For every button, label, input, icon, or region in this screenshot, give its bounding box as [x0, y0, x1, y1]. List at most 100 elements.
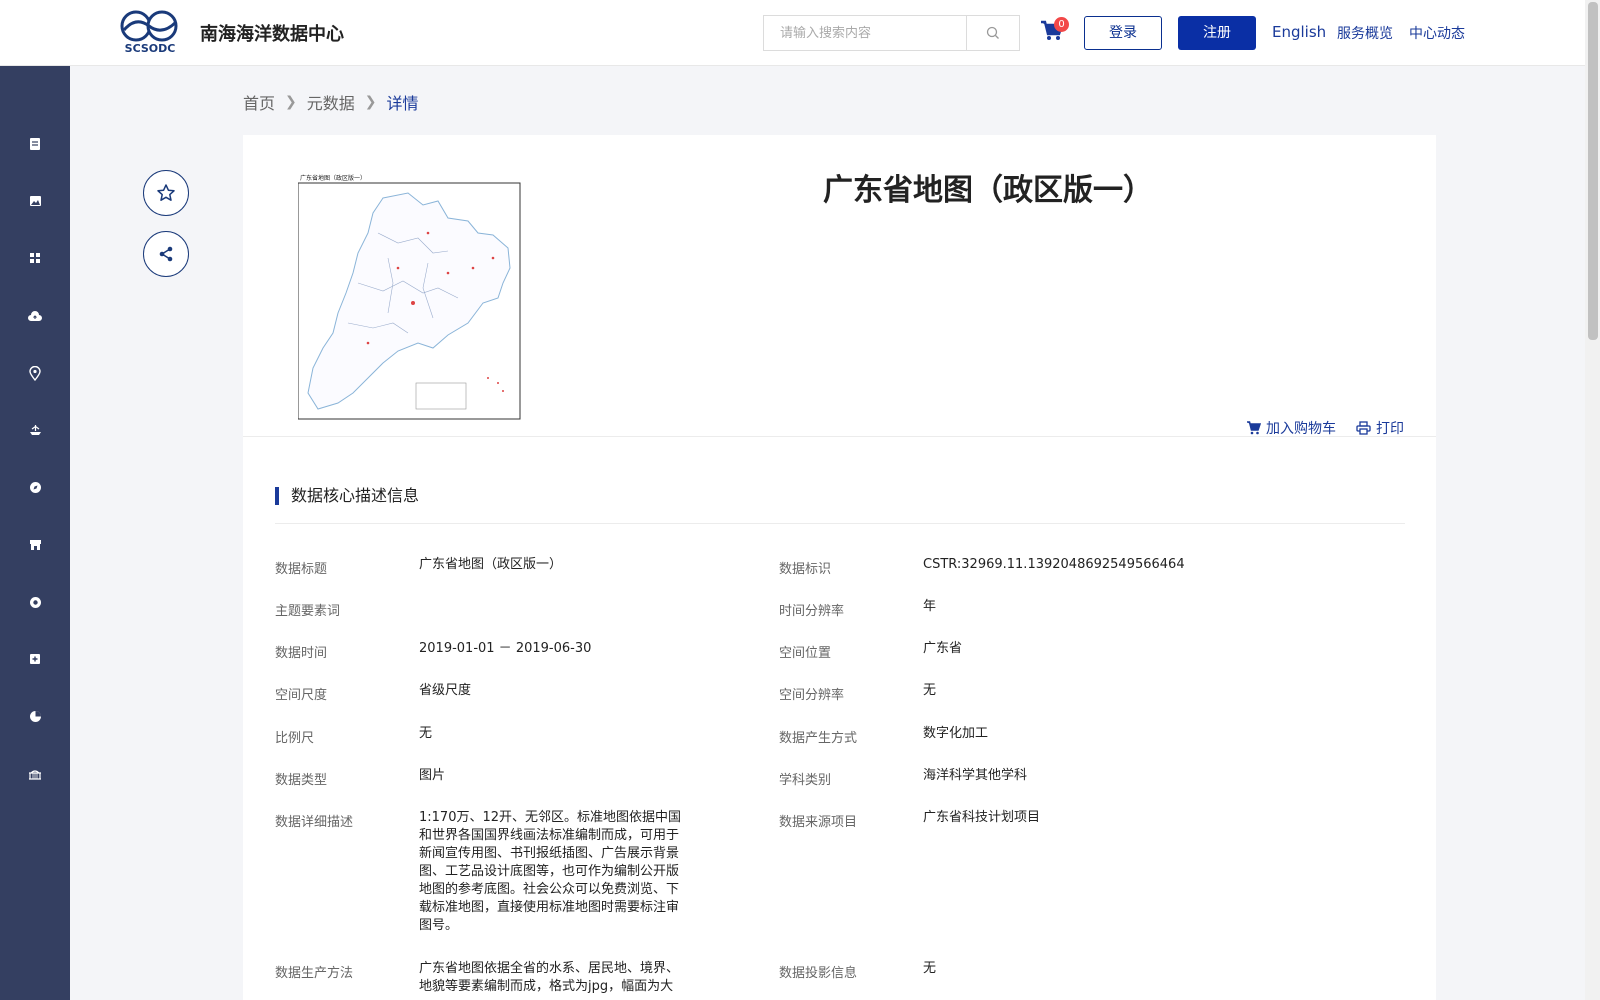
sidebar-item-bridge[interactable]: [20, 759, 50, 789]
description-line: 1:170万、12开、无邻区。标准地图依据中国: [419, 810, 682, 825]
description-line: 图、工艺品设计底图等，也可作为编制公开版: [419, 864, 680, 879]
cart-count-badge: 0: [1054, 17, 1069, 32]
detail-actions: 加入购物车 打印: [1246, 418, 1404, 438]
star-icon: [157, 184, 175, 201]
description-line: 图号。: [419, 918, 459, 933]
field-value-subject: 海洋科学其他学科: [923, 768, 1028, 783]
location-pin-icon: [29, 365, 41, 381]
cart-icon: [1247, 421, 1261, 435]
data-title: 广东省地图（政区版一）: [823, 173, 1153, 208]
field-value-production-method: 广东省地图依据全省的水系、居民地、境界、 地貌等要素编制而成，格式为jpg，幅面…: [419, 960, 679, 996]
sidebar-item-store[interactable]: [20, 530, 50, 560]
field-value-time-resolution: 年: [923, 599, 937, 614]
field-label-production-method: 数据生产方法: [275, 966, 354, 981]
image-icon: [29, 196, 41, 206]
search-box: [763, 15, 1020, 51]
field-value-spatial-scale: 省级尺度: [419, 683, 472, 698]
nav-center-news[interactable]: 中心动态: [1409, 23, 1465, 43]
map-thumbnail[interactable]: 广东省地图（政区版一）: [297, 173, 524, 427]
section-title: 数据核心描述信息: [275, 487, 419, 505]
field-label-time-resolution: 时间分辨率: [779, 604, 845, 619]
scrollbar-thumb[interactable]: [1588, 2, 1598, 340]
document-icon: [30, 138, 40, 150]
field-label-spatial-location: 空间位置: [779, 646, 832, 661]
field-label-spatial-scale: 空间尺度: [275, 688, 328, 703]
add-to-cart-button[interactable]: 加入购物车: [1246, 418, 1336, 438]
sidebar-item-ship[interactable]: [20, 415, 50, 445]
field-label-data-id: 数据标识: [779, 562, 832, 577]
method-line: 地貌等要素编制而成，格式为jpg，幅面为大: [419, 979, 674, 994]
grid-icon: [30, 253, 40, 263]
site-title[interactable]: 南海海洋数据中心: [200, 20, 344, 46]
description-line: 和世界各国国界线画法标准编制而成，可用于: [419, 828, 680, 843]
breadcrumb-home[interactable]: 首页: [243, 90, 275, 114]
cart-button[interactable]: 0: [1040, 17, 1069, 44]
field-label-keywords: 主题要素词: [275, 604, 341, 619]
field-label-production-mode: 数据产生方式: [779, 731, 858, 746]
left-sidebar: [0, 66, 70, 1000]
field-value-map-scale: 无: [419, 726, 433, 741]
sidebar-item-compass[interactable]: [20, 472, 50, 502]
field-value-production-mode: 数字化加工: [923, 726, 989, 741]
sidebar-item-statistics[interactable]: [20, 701, 50, 731]
field-value-data-id: CSTR:32969.11.1392048692549566464: [923, 557, 1185, 572]
search-input[interactable]: [764, 16, 966, 50]
sidebar-item-globe[interactable]: [20, 587, 50, 617]
field-value-data-title: 广东省地图（政区版一）: [419, 557, 563, 572]
compass-icon: [29, 481, 41, 493]
field-label-subject: 学科类别: [779, 773, 832, 788]
breadcrumb-current: 详情: [386, 94, 419, 113]
card-divider: [243, 436, 1436, 437]
search-button[interactable]: [966, 16, 1019, 50]
field-value-data-time: 2019-01-01 － 2019-06-30: [419, 641, 592, 656]
print-button[interactable]: 打印: [1356, 418, 1404, 438]
share-button[interactable]: [143, 231, 189, 277]
svg-text:SCSODC: SCSODC: [125, 42, 176, 54]
field-value-spatial-resolution: 无: [923, 683, 937, 698]
top-header: SCSODC 南海海洋数据中心 0 登录 注册 English 服务概览 中心动…: [0, 0, 1585, 66]
chevron-right-icon: ❯: [285, 94, 297, 110]
field-label-data-time: 数据时间: [275, 646, 328, 661]
pie-chart-icon: [29, 710, 41, 722]
detail-card: 广东省地图（政区版一） 广东省地图（政区版一） 加入购物车 打印 数据核心描述信…: [243, 135, 1436, 1000]
sidebar-item-documents[interactable]: [20, 129, 50, 159]
svg-text:广东省地图（政区版一）: 广东省地图（政区版一）: [300, 174, 366, 182]
method-line: 广东省地图依据全省的水系、居民地、境界、: [419, 961, 680, 976]
login-button[interactable]: 登录: [1084, 16, 1162, 50]
print-label: 打印: [1376, 421, 1404, 437]
field-label-spatial-resolution: 空间分辨率: [779, 688, 845, 703]
breadcrumb-metadata[interactable]: 元数据: [307, 90, 355, 114]
sidebar-item-add[interactable]: [20, 644, 50, 674]
cloud-upload-icon: [28, 310, 42, 321]
field-label-map-scale: 比例尺: [275, 731, 315, 746]
chevron-right-icon: ❯: [364, 94, 377, 110]
field-label-data-type: 数据类型: [275, 773, 328, 788]
page-scrollbar[interactable]: [1585, 0, 1600, 1000]
register-button[interactable]: 注册: [1178, 16, 1256, 50]
add-to-cart-label: 加入购物车: [1266, 421, 1336, 437]
description-line: 载标准地图，直接使用标准地图时需要标注审: [419, 900, 680, 915]
sidebar-item-upload[interactable]: [20, 301, 50, 331]
add-box-icon: [30, 654, 40, 664]
field-label-description: 数据详细描述: [275, 815, 354, 830]
store-icon: [29, 540, 41, 550]
description-line: 新闻宣传用图、书刊报纸插图、广告展示背景: [419, 846, 680, 861]
printer-icon: [1356, 421, 1371, 435]
bridge-icon: [29, 769, 41, 780]
favorite-button[interactable]: [143, 170, 189, 216]
field-value-description: 1:170万、12开、无邻区。标准地图依据中国 和世界各国国界线画法标准编制而成…: [419, 809, 681, 935]
field-value-projection: 无: [923, 961, 937, 976]
field-label-source-project: 数据来源项目: [779, 815, 858, 830]
nav-service-overview[interactable]: 服务概览: [1337, 23, 1393, 43]
sidebar-item-location[interactable]: [20, 358, 50, 388]
field-label-data-title: 数据标题: [275, 562, 328, 577]
field-value-source-project: 广东省科技计划项目: [923, 810, 1041, 825]
site-logo[interactable]: SCSODC: [120, 8, 180, 55]
ship-icon: [29, 425, 41, 435]
field-value-spatial-location: 广东省: [923, 641, 963, 656]
sidebar-item-images[interactable]: [20, 186, 50, 216]
sidebar-item-grid[interactable]: [20, 243, 50, 273]
nav-english[interactable]: English: [1272, 23, 1326, 41]
field-value-data-type: 图片: [419, 768, 446, 783]
share-icon: [159, 246, 173, 262]
